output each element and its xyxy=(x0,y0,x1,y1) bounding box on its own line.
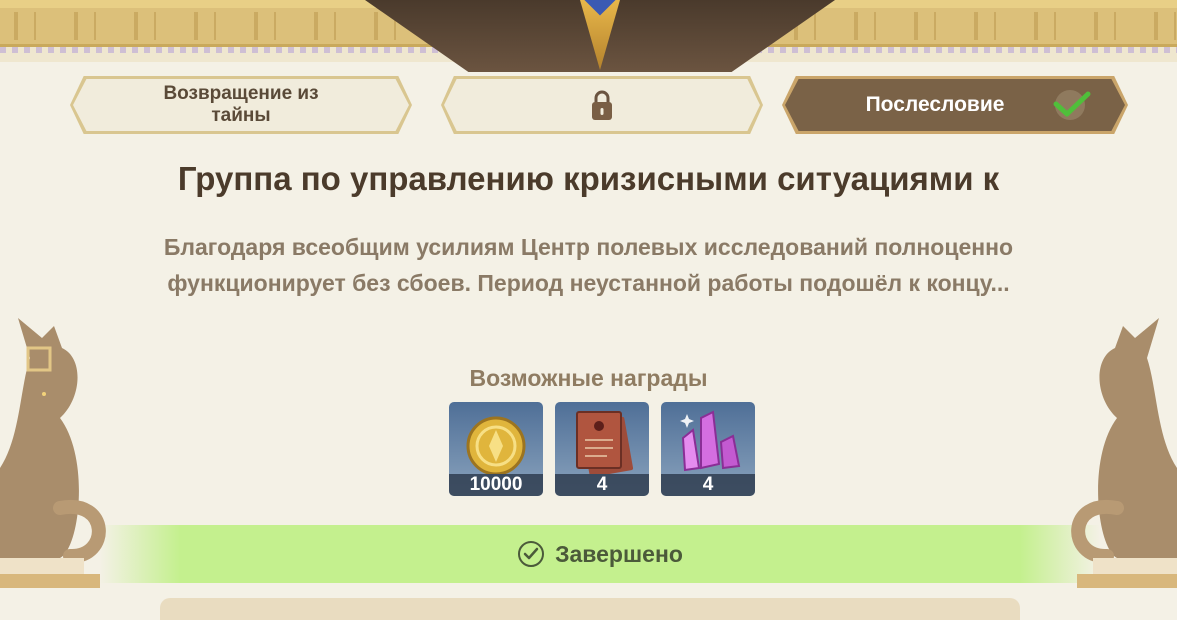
rewards-list: 10000 4 4 xyxy=(449,402,755,496)
step-tab-1[interactable]: Возвращение из тайны xyxy=(70,76,412,134)
event-title: Группа по управлению кризисными ситуация… xyxy=(177,160,1000,197)
step-tab-2[interactable] xyxy=(441,76,763,134)
step-tab-label: Послесловие xyxy=(865,93,1005,116)
reward-count: 4 xyxy=(555,474,649,496)
cat-statue-right-icon xyxy=(1071,318,1177,588)
completed-status-bar: Завершено xyxy=(100,525,1100,583)
reward-item[interactable]: 10000 xyxy=(449,402,543,496)
reward-item[interactable]: 4 xyxy=(555,402,649,496)
book-icon xyxy=(576,411,634,474)
event-description: Благодаря всеобщим усилиям Центр полевых… xyxy=(163,234,1014,296)
step-tab-3[interactable]: Послесловие xyxy=(782,76,1128,134)
rewards-label: Возможные награды xyxy=(469,365,708,391)
check-circle-icon xyxy=(518,541,545,567)
cat-statue-left-icon xyxy=(0,318,106,588)
completed-label: Завершено xyxy=(555,540,683,567)
lock-icon xyxy=(592,90,612,120)
reward-item[interactable]: 4 xyxy=(661,402,755,496)
crystal-icon xyxy=(680,410,741,472)
reward-count: 4 xyxy=(661,474,755,496)
step-tab-label: Возвращение из тайны xyxy=(163,83,319,126)
mora-coin-icon xyxy=(466,416,526,474)
panel-bottom-edge xyxy=(160,598,1020,620)
reward-count: 10000 xyxy=(449,474,543,496)
check-icon xyxy=(1053,90,1091,120)
